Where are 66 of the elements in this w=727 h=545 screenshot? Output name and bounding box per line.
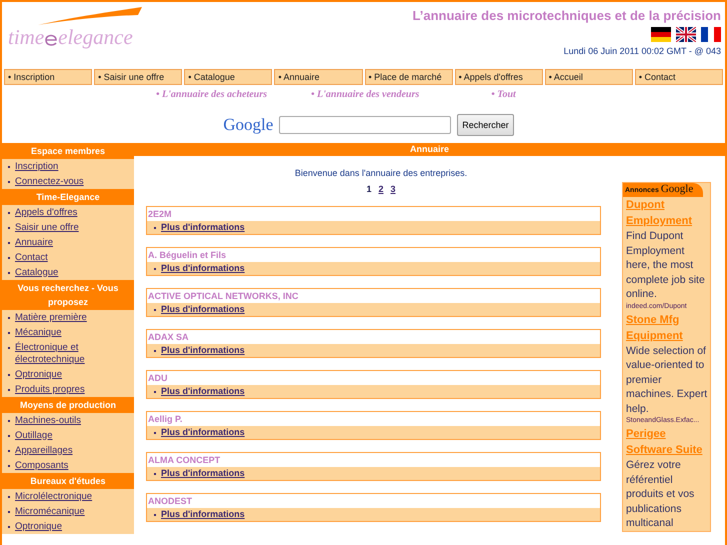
sidebar-link[interactable]: Mécanique [2, 325, 134, 340]
sidebar-link[interactable]: Outillage [2, 428, 134, 443]
company-name: 2E2M [147, 208, 173, 221]
sidebar-heading: Time-Elegance [2, 189, 134, 205]
company-name: Aellig P. [147, 413, 184, 426]
company-name: ADAX SA [147, 331, 190, 344]
sidebar-link[interactable]: Catalogue [2, 265, 134, 280]
nav-button[interactable]: • Contact [634, 69, 723, 85]
nav-button[interactable]: • Saisir une offre [94, 69, 182, 85]
info-link[interactable]: Plus d'informations [161, 263, 245, 274]
page-link[interactable]: 3 [390, 184, 396, 194]
flag-icon[interactable] [676, 27, 696, 42]
nav-button[interactable]: • Catalogue [184, 69, 272, 85]
date-text: Lundi 06 Juin 2011 00:02 GMT - @ 043 [564, 46, 721, 56]
sidebar-link[interactable]: Saisir une offre [2, 220, 134, 235]
search-logo: Google [223, 115, 274, 135]
sidebar-heading: Espace membres [2, 143, 134, 159]
sidebar-link[interactable]: Appels d'offres [2, 205, 134, 220]
info-link[interactable]: Plus d'informations [161, 345, 245, 356]
sidebar-link[interactable]: Connectez-vous [2, 174, 134, 189]
nav-button[interactable]: • Accueil [544, 69, 633, 85]
info-link[interactable]: Plus d'informations [161, 304, 245, 315]
ad-text: Find Dupont Employment here, the most complete job site online. [626, 229, 706, 302]
ad-text: Gérez votre référentiel produits et vos publications multicanal [626, 458, 696, 530]
company-name: ADU [147, 372, 168, 385]
sidebar-link[interactable]: Microlélectronique [2, 489, 134, 504]
company-name: A. Béguelin et Fils [147, 249, 228, 262]
nav-button[interactable]: • Inscription [4, 69, 92, 85]
info-link[interactable]: Plus d'informations [161, 468, 245, 479]
search-field[interactable] [279, 116, 452, 134]
sidebar-link[interactable]: Annuaire [2, 235, 134, 250]
site-tagline: L’annuaire des microtechniques et de la précision [412, 8, 721, 23]
e-swirl-icon [44, 32, 58, 48]
info-link[interactable]: Plus d'informations [161, 222, 245, 233]
sidebar-link[interactable]: Optronique [2, 367, 134, 382]
search-button[interactable]: Rechercher [457, 114, 514, 136]
nav-button[interactable]: • Annuaire [274, 69, 362, 85]
page-link[interactable]: 2 [378, 184, 384, 194]
sidebar-link[interactable]: Micromécanique [2, 504, 134, 519]
sidebar-heading: Moyens de production [2, 397, 134, 413]
flag-icon[interactable] [701, 27, 721, 42]
page-link[interactable]: 1 [366, 184, 372, 194]
info-link[interactable]: Plus d'informations [161, 427, 245, 438]
sidebar-link[interactable]: Appareillages [2, 443, 134, 458]
company-name: ALMA CONCEPT [147, 454, 222, 467]
info-link[interactable]: Plus d'informations [161, 386, 245, 397]
sidebar-link[interactable]: Optronique [2, 519, 134, 534]
info-link[interactable]: Plus d'informations [161, 509, 245, 520]
welcome-text: Bienvenue dans l'annuaire des entreprises. [294, 168, 468, 178]
nav-button[interactable]: • Appels d'offres [454, 69, 543, 85]
section-heading: Annuaire [134, 143, 725, 156]
sidebar-link[interactable]: Produits propres [2, 382, 134, 397]
ad-brand: Google [660, 183, 694, 195]
nav-button[interactable]: • Place de marché [364, 69, 453, 85]
sidebar-heading: Bureaux d'études [2, 473, 134, 489]
sidebar-link[interactable]: Matière première [2, 310, 134, 325]
sidebar-link[interactable]: Contact [2, 250, 134, 265]
company-name: ACTIVE OPTICAL NETWORKS, INC [147, 290, 300, 303]
sidebar-link[interactable]: Inscription [2, 159, 134, 174]
flag-icon[interactable] [651, 27, 671, 42]
sidebar-heading: Vous recherchez - Vous proposez [2, 280, 134, 310]
company-name: ANODEST [147, 495, 194, 508]
sidebar-link[interactable]: Composants [2, 458, 134, 473]
sidebar-link[interactable]: Machines-outils [2, 413, 134, 428]
ad-text: Wide selection of value-oriented to premier machines. Expert help. [626, 344, 708, 416]
sidebar-link[interactable]: Électronique et électrotechnique [2, 340, 134, 367]
